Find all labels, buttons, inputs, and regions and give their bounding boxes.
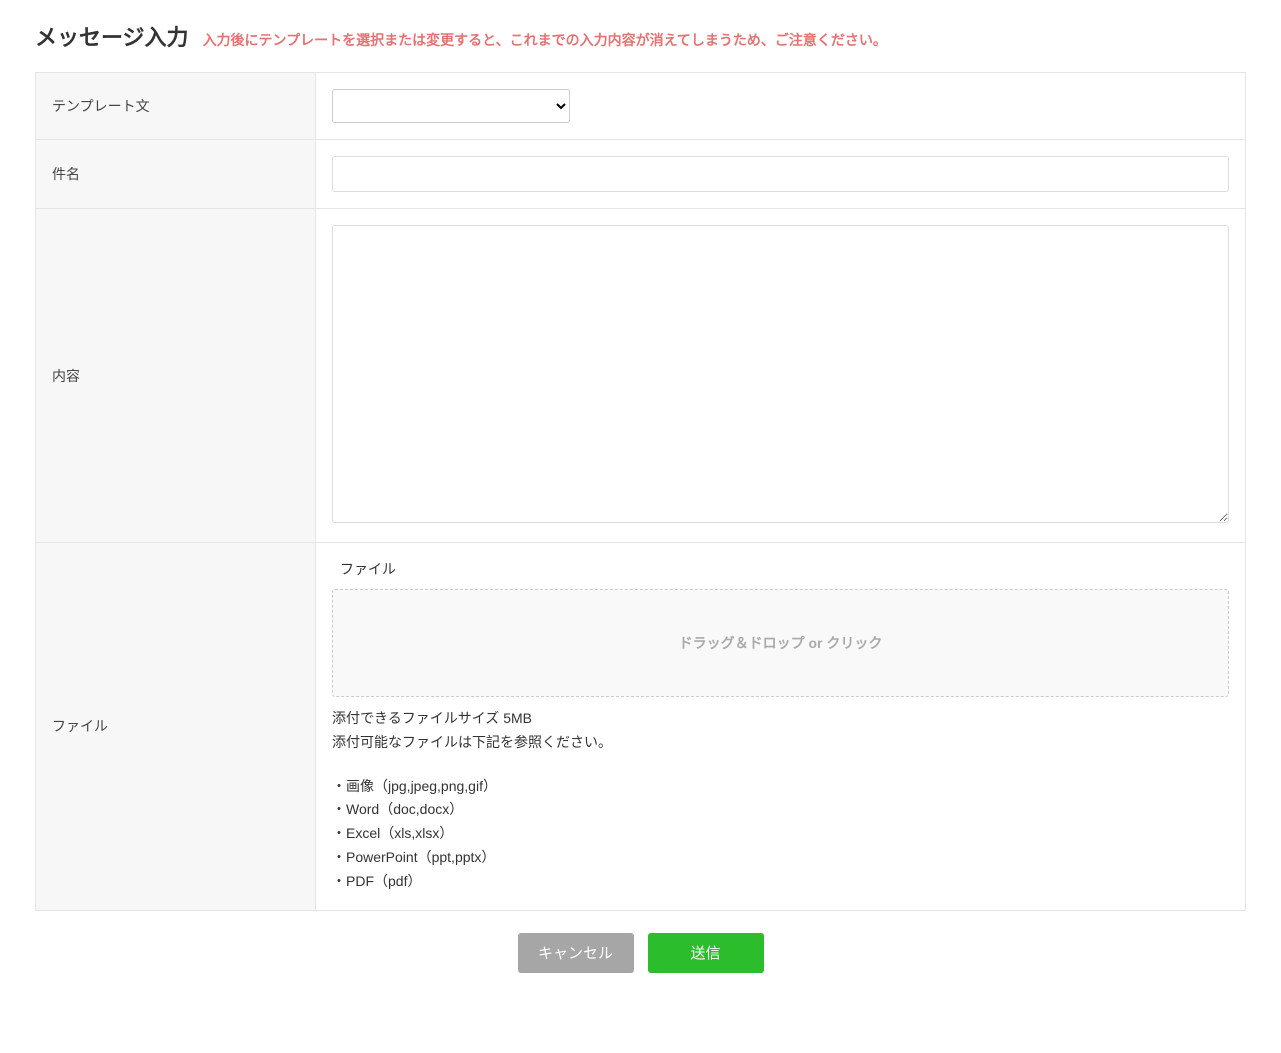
file-type-item: ・PowerPoint（ppt,pptx） [332, 846, 1229, 870]
file-info: 添付できるファイルサイズ 5MB 添付可能なファイルは下記を参照ください。 ・画… [332, 707, 1229, 894]
file-label: ファイル [36, 543, 316, 911]
dropzone-text: ドラッグ＆ドロップ or クリック [679, 633, 883, 653]
button-row: キャンセル 送信 [35, 933, 1246, 973]
file-size-note: 添付できるファイルサイズ 5MB [332, 707, 1229, 731]
spacer [332, 755, 1229, 775]
cancel-button[interactable]: キャンセル [518, 933, 634, 973]
template-row: テンプレート文 [36, 73, 1246, 140]
subject-input[interactable] [332, 156, 1229, 192]
file-types-note: 添付可能なファイルは下記を参照ください。 [332, 731, 1229, 755]
content-label: 内容 [36, 209, 316, 543]
page-title: メッセージ入力 [35, 20, 189, 52]
file-type-item: ・Word（doc,docx） [332, 798, 1229, 822]
file-section-label: ファイル [332, 559, 1229, 579]
subject-cell [316, 140, 1246, 209]
subject-row: 件名 [36, 140, 1246, 209]
file-type-item: ・Excel（xls,xlsx） [332, 822, 1229, 846]
content-textarea[interactable] [332, 225, 1229, 523]
file-dropzone[interactable]: ドラッグ＆ドロップ or クリック [332, 589, 1229, 697]
message-form-table: テンプレート文 件名 内容 ファイル ファイル ドラッグ＆ [35, 72, 1246, 911]
warning-text: 入力後にテンプレートを選択または変更すると、これまでの入力内容が消えてしまうため… [203, 30, 887, 50]
file-cell: ファイル ドラッグ＆ドロップ or クリック 添付できるファイルサイズ 5MB … [316, 543, 1246, 911]
template-cell [316, 73, 1246, 140]
file-type-item: ・PDF（pdf） [332, 870, 1229, 894]
template-select[interactable] [332, 89, 570, 123]
content-cell [316, 209, 1246, 543]
file-row: ファイル ファイル ドラッグ＆ドロップ or クリック 添付できるファイルサイズ… [36, 543, 1246, 911]
content-row: 内容 [36, 209, 1246, 543]
subject-label: 件名 [36, 140, 316, 209]
page-header: メッセージ入力 入力後にテンプレートを選択または変更すると、これまでの入力内容が… [35, 20, 1246, 52]
template-label: テンプレート文 [36, 73, 316, 140]
submit-button[interactable]: 送信 [648, 933, 764, 973]
file-type-item: ・画像（jpg,jpeg,png,gif） [332, 775, 1229, 799]
